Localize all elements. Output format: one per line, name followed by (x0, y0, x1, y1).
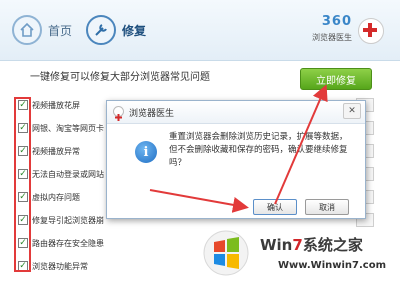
top-bar: 首页 修复 360 浏览器医生 (0, 0, 400, 61)
list-item-label: 视频播放花屏 (32, 100, 80, 110)
list-item-label: 修复导引起浏览器崩 (32, 215, 104, 225)
brand: 360 浏览器医生 (302, 14, 392, 50)
home-icon (12, 15, 42, 45)
nav-repair-label: 修复 (122, 23, 147, 38)
dialog-message: 重置浏览器会删除浏览历史记录，扩展等数据，但不会删除收藏和保存的密码，确认要继续… (169, 132, 348, 168)
list-item-label: 无法自动登录或网站 (32, 169, 104, 179)
list-item-label: 路由器存在安全隐患 (32, 238, 104, 248)
windows-logo-icon (203, 230, 249, 276)
annotation-highlight-box (14, 97, 31, 272)
brand-name: 浏览器医生 (312, 33, 352, 42)
list-item-label: 虚拟内存问题 (32, 192, 80, 202)
watermark: Win7系统之家 Www.Winwin7.com (198, 228, 398, 280)
confirm-dialog: 浏览器医生 ✕ i 重置浏览器会删除浏览历史记录，扩展等数据，但不会删除收藏和保… (106, 100, 366, 219)
dialog-title: 浏览器医生 (129, 109, 175, 119)
info-icon: i (135, 141, 157, 163)
wrench-icon (86, 15, 116, 45)
nav-repair[interactable]: 修复 (86, 13, 146, 47)
confirm-button[interactable]: 确认 (253, 199, 297, 215)
cancel-button[interactable]: 取消 (305, 199, 349, 215)
list-item-label: 浏览器功能异常 (32, 261, 88, 271)
browser-doctor-icon (113, 106, 124, 121)
list-item-label: 视频播放异常 (32, 146, 80, 156)
headline: 一键修复可以修复大部分浏览器常见问题 (30, 72, 210, 83)
close-icon[interactable]: ✕ (343, 103, 361, 119)
watermark-brand: Win7系统之家 (260, 236, 363, 254)
dialog-title-bar[interactable]: 浏览器医生 ✕ (107, 101, 365, 124)
fix-now-button[interactable]: 立即修复 (300, 68, 372, 90)
nav-home[interactable]: 首页 (12, 13, 72, 47)
nav-home-label: 首页 (48, 23, 73, 38)
watermark-url: Www.Winwin7.com (278, 260, 387, 271)
list-item-label: 网银、淘宝等网页卡 (32, 123, 104, 133)
brand-number: 360 (321, 14, 352, 29)
browser-doctor-logo-icon (358, 18, 384, 44)
